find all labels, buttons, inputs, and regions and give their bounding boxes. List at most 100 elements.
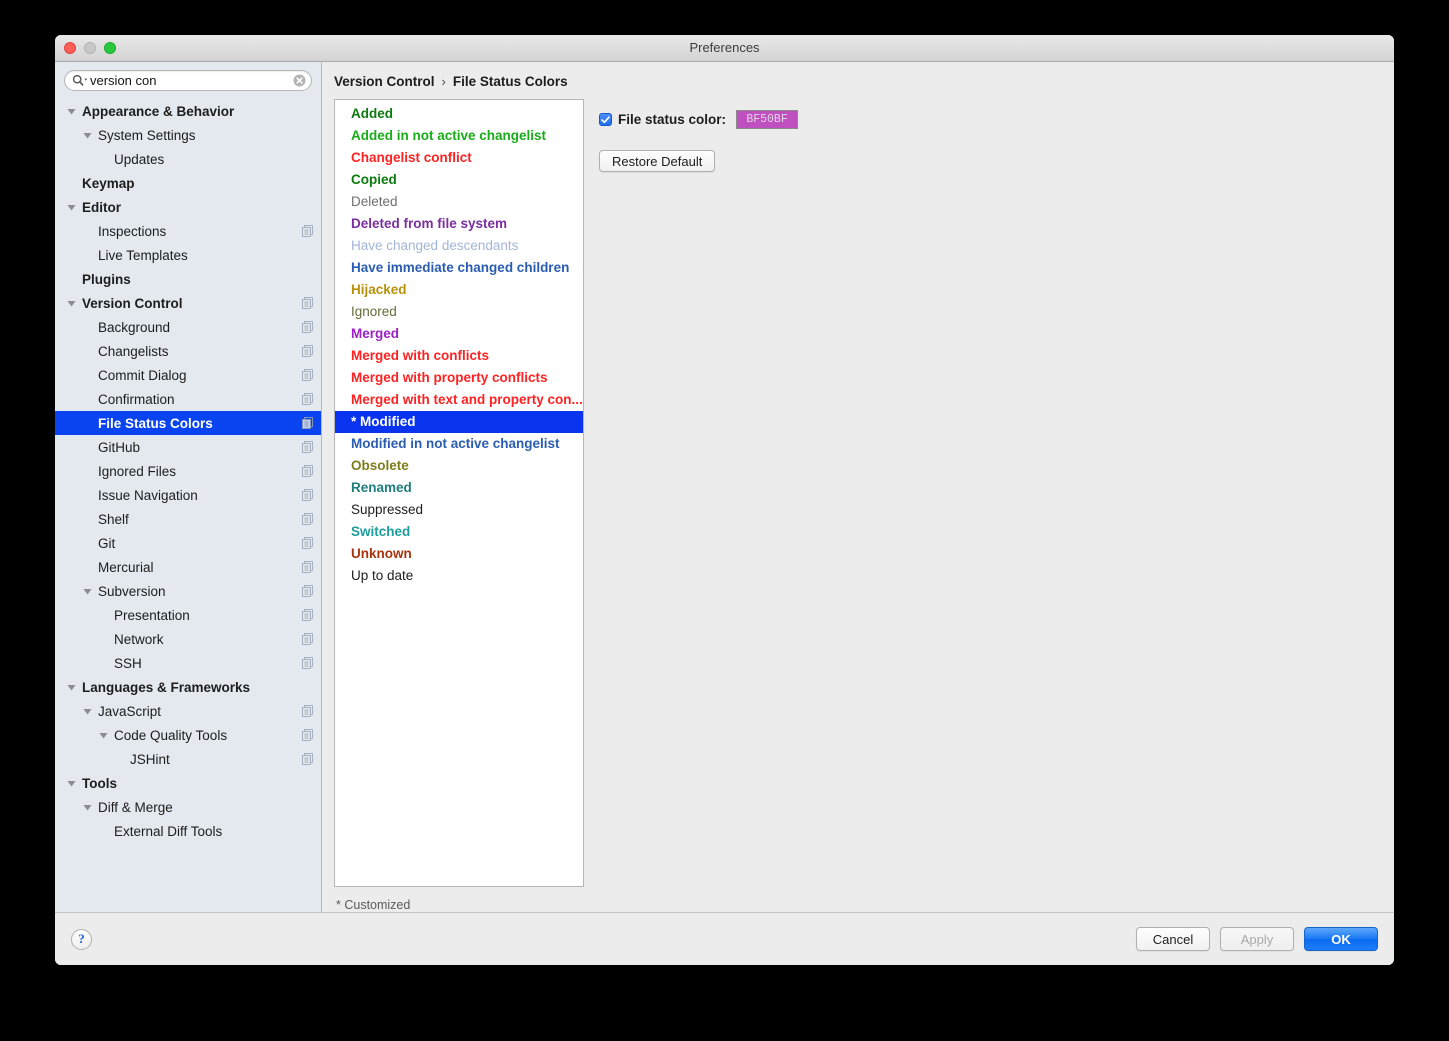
sidebar-item-network[interactable]: Network	[55, 627, 321, 651]
breadcrumb-parent[interactable]: Version Control	[334, 74, 435, 89]
search-container	[55, 62, 321, 96]
apply-button[interactable]: Apply	[1220, 927, 1294, 951]
file-status-item[interactable]: Added in not active changelist	[335, 125, 583, 147]
sidebar-item-live-templates[interactable]: Live Templates	[55, 243, 321, 267]
sidebar-item-git[interactable]: Git	[55, 531, 321, 555]
sidebar-item-label: Changelists	[98, 343, 169, 359]
sidebar-item-appearance-behavior[interactable]: Appearance & Behavior	[55, 99, 321, 123]
sidebar-item-tools[interactable]: Tools	[55, 771, 321, 795]
file-status-item[interactable]: Modified in not active changelist	[335, 433, 583, 455]
sidebar-item-confirmation[interactable]: Confirmation	[55, 387, 321, 411]
sidebar-item-jshint[interactable]: JSHint	[55, 747, 321, 771]
status-settings-panel: File status color: BF50BF Restore Defaul…	[584, 99, 1394, 912]
file-status-item[interactable]: Merged with text and property con...	[335, 389, 583, 411]
main-pane: Version Control › File Status Colors Add…	[322, 62, 1394, 912]
file-status-item[interactable]: Hijacked	[335, 279, 583, 301]
file-status-item[interactable]: Merged with property conflicts	[335, 367, 583, 389]
sidebar-item-ssh[interactable]: SSH	[55, 651, 321, 675]
chevron-down-icon[interactable]	[81, 803, 94, 812]
restore-default-button[interactable]: Restore Default	[599, 150, 716, 172]
sidebar-item-languages-frameworks[interactable]: Languages & Frameworks	[55, 675, 321, 699]
project-scope-icon	[302, 561, 313, 573]
chevron-down-icon[interactable]	[81, 587, 94, 596]
chevron-down-icon[interactable]	[81, 131, 94, 140]
search-box[interactable]	[64, 70, 312, 91]
file-status-item[interactable]: * Modified	[335, 411, 583, 433]
sidebar-item-label: JavaScript	[98, 703, 162, 719]
search-icon[interactable]	[72, 74, 89, 87]
sidebar-item-ignored-files[interactable]: Ignored Files	[55, 459, 321, 483]
sidebar-item-label: Mercurial	[98, 559, 154, 575]
breadcrumb-separator-icon: ›	[441, 74, 446, 89]
window-title: Preferences	[689, 40, 760, 55]
sidebar-item-label: Shelf	[98, 511, 129, 527]
file-status-item[interactable]: Renamed	[335, 477, 583, 499]
sidebar-item-label: Ignored Files	[98, 463, 177, 479]
file-status-item[interactable]: Have immediate changed children	[335, 257, 583, 279]
sidebar-item-presentation[interactable]: Presentation	[55, 603, 321, 627]
sidebar-item-keymap[interactable]: Keymap	[55, 171, 321, 195]
sidebar-item-subversion[interactable]: Subversion	[55, 579, 321, 603]
chevron-down-icon[interactable]	[81, 707, 94, 716]
sidebar-item-diff-merge[interactable]: Diff & Merge	[55, 795, 321, 819]
file-status-item[interactable]: Unknown	[335, 543, 583, 565]
sidebar-item-github[interactable]: GitHub	[55, 435, 321, 459]
settings-tree[interactable]: Appearance & Behavior System Settings Upda…	[55, 96, 321, 912]
sidebar-item-inspections[interactable]: Inspections	[55, 219, 321, 243]
file-status-item[interactable]: Merged	[335, 323, 583, 345]
sidebar-item-file-status-colors[interactable]: File Status Colors	[55, 411, 321, 435]
color-swatch-button[interactable]: BF50BF	[736, 110, 799, 129]
sidebar-item-changelists[interactable]: Changelists	[55, 339, 321, 363]
ok-button[interactable]: OK	[1304, 927, 1378, 951]
sidebar-item-label: Plugins	[82, 271, 131, 287]
project-scope-icon	[302, 633, 313, 645]
help-button[interactable]: ?	[71, 928, 92, 950]
project-scope-icon	[302, 225, 313, 237]
sidebar-item-label: Diff & Merge	[98, 799, 173, 815]
sidebar-item-code-quality-tools[interactable]: Code Quality Tools	[55, 723, 321, 747]
project-scope-icon	[302, 297, 313, 309]
file-status-item[interactable]: Suppressed	[335, 499, 583, 521]
sidebar-item-shelf[interactable]: Shelf	[55, 507, 321, 531]
file-status-item[interactable]: Added	[335, 103, 583, 125]
file-status-item[interactable]: Changelist conflict	[335, 147, 583, 169]
file-status-color-checkbox[interactable]	[599, 113, 612, 126]
file-status-list[interactable]: Added Added in not active changelist Chang…	[334, 99, 584, 887]
sidebar-item-plugins[interactable]: Plugins	[55, 267, 321, 291]
project-scope-icon	[302, 753, 313, 765]
sidebar-item-label: File Status Colors	[98, 415, 213, 431]
sidebar-item-version-control[interactable]: Version Control	[55, 291, 321, 315]
project-scope-icon	[302, 489, 313, 501]
chevron-down-icon[interactable]	[65, 779, 78, 788]
file-status-item[interactable]: Up to date	[335, 565, 583, 587]
chevron-down-icon[interactable]	[65, 683, 78, 692]
file-status-item[interactable]: Merged with conflicts	[335, 345, 583, 367]
file-status-item[interactable]: Switched	[335, 521, 583, 543]
sidebar-item-external-diff-tools[interactable]: External Diff Tools	[55, 819, 321, 843]
sidebar-item-mercurial[interactable]: Mercurial	[55, 555, 321, 579]
project-scope-icon	[302, 369, 313, 381]
sidebar-item-javascript[interactable]: JavaScript	[55, 699, 321, 723]
sidebar-item-issue-navigation[interactable]: Issue Navigation	[55, 483, 321, 507]
sidebar-item-updates[interactable]: Updates	[55, 147, 321, 171]
file-status-item[interactable]: Have changed descendants	[335, 235, 583, 257]
file-status-item[interactable]: Deleted	[335, 191, 583, 213]
chevron-down-icon[interactable]	[65, 299, 78, 308]
file-status-item[interactable]: Copied	[335, 169, 583, 191]
search-input[interactable]	[90, 71, 293, 90]
file-status-item[interactable]: Deleted from file system	[335, 213, 583, 235]
chevron-down-icon[interactable]	[65, 203, 78, 212]
sidebar-item-commit-dialog[interactable]: Commit Dialog	[55, 363, 321, 387]
file-status-item[interactable]: Ignored	[335, 301, 583, 323]
sidebar-item-label: Background	[98, 319, 171, 335]
file-status-item[interactable]: Obsolete	[335, 455, 583, 477]
sidebar-item-background[interactable]: Background	[55, 315, 321, 339]
sidebar-item-system-settings[interactable]: System Settings	[55, 123, 321, 147]
sidebar-item-editor[interactable]: Editor	[55, 195, 321, 219]
sidebar-item-label: Languages & Frameworks	[82, 679, 251, 695]
cancel-button[interactable]: Cancel	[1136, 927, 1210, 951]
chevron-down-icon[interactable]	[65, 107, 78, 116]
file-status-color-label: File status color:	[618, 112, 727, 127]
chevron-down-icon[interactable]	[97, 731, 110, 740]
clear-icon[interactable]	[293, 74, 306, 87]
